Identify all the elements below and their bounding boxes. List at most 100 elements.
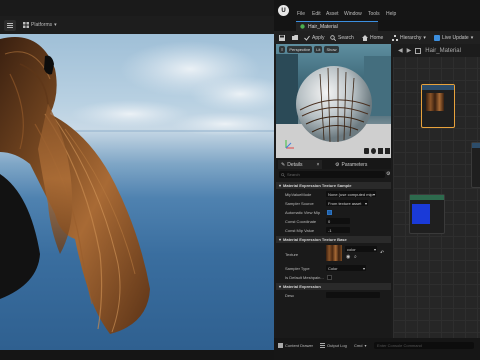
home-label: Home — [370, 34, 384, 41]
level-viewport[interactable]: Platforms ▾ — [0, 0, 274, 360]
search-label: Search — [338, 34, 354, 41]
material-graph-panel[interactable]: ◀ ▶ Hair_Material — [393, 44, 480, 338]
save-icon — [279, 34, 285, 41]
menu-help[interactable]: Help — [386, 11, 396, 17]
browse-asset-icon[interactable]: ◉ — [346, 254, 350, 260]
output-log-button[interactable]: Output Log — [320, 342, 347, 349]
console-placeholder: Enter Console Command — [377, 343, 422, 348]
viewport-scene[interactable] — [0, 34, 274, 350]
hamburger-icon — [7, 22, 13, 28]
show-button[interactable]: Show — [324, 45, 339, 53]
mip-value-mode-label: MipValueMode — [285, 192, 312, 197]
mip-value-mode-dropdown[interactable]: None (use computed mip ▾ — [326, 191, 376, 197]
material-preview-viewport[interactable]: ≡ Perspective Lit Show — [276, 44, 391, 158]
live-update-button[interactable]: Live Update ▾ — [434, 33, 473, 42]
node-header — [410, 195, 444, 200]
lit-button[interactable]: Lit — [314, 45, 323, 53]
hierarchy-button[interactable]: Hierarchy ▾ — [392, 33, 426, 42]
menu-tools[interactable]: Tools — [368, 11, 380, 17]
console-command-input[interactable]: Enter Console Command — [374, 342, 474, 349]
chevron-down-icon: ▾ — [372, 191, 375, 197]
browse-button[interactable] — [292, 33, 298, 42]
graph-icon — [415, 47, 422, 54]
content-drawer-button[interactable]: Content Drawer — [278, 342, 313, 349]
viewport-menu-button[interactable] — [4, 19, 16, 31]
sphere-icon[interactable] — [371, 148, 376, 154]
texture-thumbnail[interactable] — [326, 245, 342, 261]
hierarchy-icon — [392, 34, 398, 41]
texture-sample-node[interactable] — [471, 142, 480, 188]
scene-render — [0, 37, 274, 334]
live-update-label: Live Update — [442, 34, 469, 41]
forward-arrow-icon[interactable]: ▶ — [407, 47, 412, 54]
editor-toolbar: Apply Search Home Hierarchy ▾ Live Updat… — [274, 31, 480, 44]
tab-details[interactable]: ✎ Details × — [278, 160, 323, 169]
constant-node[interactable] — [409, 194, 445, 234]
settings-icon[interactable]: ⚙ — [386, 171, 390, 177]
node-header — [422, 85, 454, 90]
search-icon — [330, 34, 336, 41]
menu-edit[interactable]: Edit — [312, 11, 321, 17]
section-texture-sample-label: Material Expression Texture Sample — [283, 183, 352, 188]
find-in-browser-icon[interactable]: ⌕ — [354, 254, 357, 260]
viewport-toolbar: Platforms ▾ — [0, 16, 274, 34]
texture-asset-dropdown[interactable]: color ▾ — [345, 246, 377, 252]
unreal-logo-icon: U — [278, 5, 289, 16]
texture-value: color — [347, 246, 356, 252]
texture-sample-node-selected[interactable] — [421, 84, 455, 128]
is-default-meshpaint-label: Is Default Meshpain... — [285, 275, 324, 280]
chevron-down-icon: ▾ — [54, 22, 57, 28]
home-button[interactable]: Home — [362, 33, 383, 42]
reset-arrow-icon[interactable]: ↶ — [380, 250, 384, 256]
is-default-meshpaint-checkbox[interactable] — [327, 275, 332, 280]
search-button[interactable]: Search — [330, 33, 354, 42]
chevron-down-icon: ▾ — [423, 34, 426, 41]
node-preview-hair — [426, 93, 444, 111]
graph-breadcrumb[interactable]: Hair_Material — [425, 48, 461, 54]
chevron-down-icon: ▾ — [279, 284, 282, 289]
plane-icon[interactable] — [378, 148, 383, 154]
sampler-type-label: Sampler Type — [285, 266, 310, 271]
texture-label: Texture — [285, 252, 299, 257]
tab-parameters-label: Parameters — [341, 161, 368, 168]
const-coordinate-label: Const Coordinate — [285, 219, 317, 224]
close-icon[interactable]: × — [317, 162, 320, 168]
menu-window[interactable]: Window — [344, 11, 362, 17]
cube-icon[interactable] — [385, 148, 390, 154]
perspective-button[interactable]: Perspective — [287, 45, 313, 53]
details-search-input[interactable]: Search — [279, 171, 385, 178]
material-icon — [300, 24, 305, 29]
chevron-down-icon: ▾ — [364, 200, 367, 206]
tab-details-label: Details — [287, 161, 303, 168]
content-drawer-label: Content Drawer — [285, 343, 314, 348]
cmd-button[interactable]: Cmd ▾ — [354, 342, 366, 349]
automatic-view-mip-checkbox[interactable] — [327, 210, 332, 215]
folder-icon — [292, 35, 298, 40]
automatic-view-mip-label: Automatic View Mip — [285, 210, 321, 215]
tab-title: Hair_Material — [308, 23, 338, 30]
menu-asset[interactable]: Asset — [326, 11, 339, 17]
back-arrow-icon[interactable]: ◀ — [398, 47, 403, 54]
section-expression[interactable]: ▾ Material Expression — [276, 283, 391, 290]
tab-parameters[interactable]: ⚙ Parameters — [332, 160, 370, 169]
apply-button[interactable]: Apply — [304, 33, 325, 42]
chevron-down-icon: ▾ — [279, 183, 282, 188]
platforms-button[interactable]: Platforms ▾ — [20, 20, 60, 31]
content-drawer-icon — [278, 343, 283, 348]
desc-input[interactable] — [326, 292, 380, 298]
output-log-label: Output Log — [327, 343, 347, 348]
platforms-icon — [23, 22, 29, 28]
section-expression-label: Material Expression — [283, 284, 321, 289]
menu-file[interactable]: File — [297, 11, 305, 17]
search-icon — [281, 172, 285, 177]
const-mip-value-input[interactable]: -1 — [326, 227, 350, 233]
save-button[interactable] — [279, 33, 285, 42]
section-texture-base[interactable]: ▾ Material Expression Texture Base — [276, 236, 391, 243]
tab-hair-material[interactable]: Hair_Material — [296, 21, 378, 31]
preview-menu-button[interactable]: ≡ — [279, 45, 286, 53]
const-coordinate-input[interactable]: 0 — [326, 218, 350, 224]
sampler-source-dropdown[interactable]: From texture asset ▾ — [326, 200, 368, 206]
sampler-type-dropdown[interactable]: Color ▾ — [326, 265, 366, 271]
section-texture-sample[interactable]: ▾ Material Expression Texture Sample — [276, 182, 391, 189]
cylinder-icon[interactable] — [364, 148, 369, 154]
